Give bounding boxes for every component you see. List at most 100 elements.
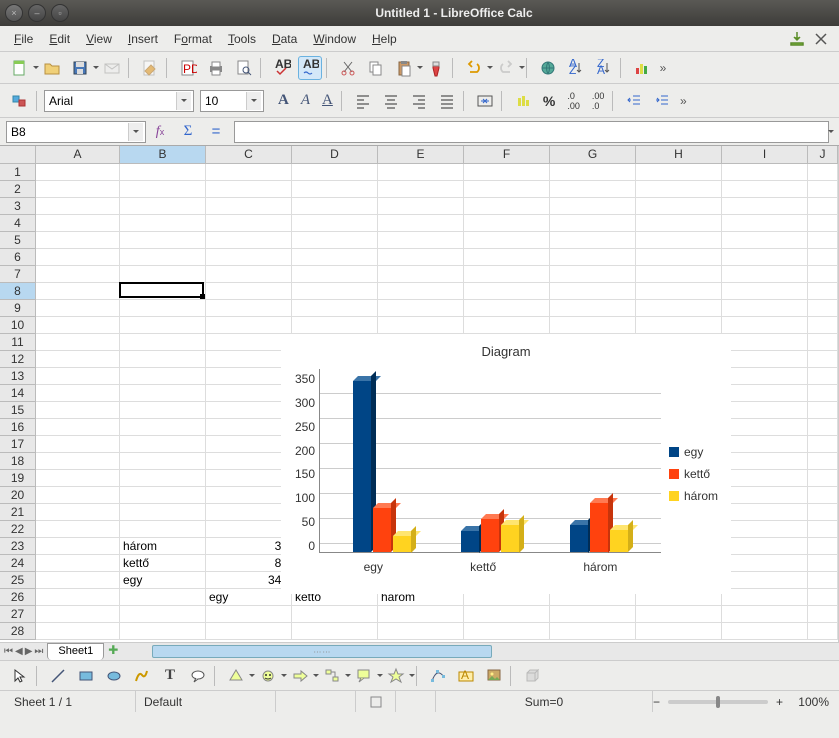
row-headers[interactable]: 1234567891011121314151617181920212223242… xyxy=(0,164,36,640)
fmt-overflow[interactable] xyxy=(676,87,690,115)
text-box-icon[interactable]: T xyxy=(158,664,182,688)
cut-icon[interactable] xyxy=(336,56,360,80)
font-size-combo[interactable]: 10 xyxy=(200,90,264,112)
percent-icon[interactable]: % xyxy=(539,89,559,113)
extrusion-icon[interactable] xyxy=(520,664,544,688)
hyperlink-icon[interactable] xyxy=(536,56,560,80)
menu-window[interactable]: Window xyxy=(305,29,364,49)
window-close-button[interactable]: × xyxy=(5,4,23,22)
sort-asc-icon[interactable]: AZ xyxy=(564,56,588,80)
status-lang[interactable] xyxy=(276,691,356,712)
auto-spellcheck-icon[interactable]: ABC xyxy=(298,56,322,80)
decrease-indent-icon[interactable] xyxy=(622,89,646,113)
menu-insert[interactable]: Insert xyxy=(120,29,166,49)
align-center-icon[interactable] xyxy=(379,89,403,113)
spellcheck-icon[interactable]: ABC xyxy=(270,56,294,80)
currency-icon[interactable] xyxy=(511,89,535,113)
zoom-value[interactable]: 100% xyxy=(783,695,833,709)
freeform-icon[interactable] xyxy=(130,664,154,688)
zoom-slider[interactable]: −+ xyxy=(653,695,783,709)
status-style[interactable]: Default xyxy=(136,691,276,712)
function-equals-icon[interactable]: = xyxy=(204,120,228,144)
basic-shapes-icon[interactable] xyxy=(224,664,248,688)
save-icon[interactable] xyxy=(68,56,92,80)
function-wizard-icon[interactable]: fx xyxy=(148,120,172,144)
name-box[interactable]: B8 xyxy=(6,121,146,143)
add-sheet-icon[interactable]: ✚ xyxy=(104,643,122,660)
toolbar-overflow[interactable] xyxy=(656,54,670,82)
sum-icon[interactable]: Σ xyxy=(176,120,200,144)
menu-view[interactable]: View xyxy=(78,29,120,49)
export-pdf-icon[interactable]: PDF xyxy=(176,56,200,80)
print-icon[interactable] xyxy=(204,56,228,80)
redo-icon[interactable] xyxy=(494,56,518,80)
from-file-icon[interactable] xyxy=(482,664,506,688)
redo-dropdown[interactable] xyxy=(520,56,524,80)
flowchart-icon[interactable] xyxy=(320,664,344,688)
merge-cells-icon[interactable] xyxy=(473,89,497,113)
ellipse-icon[interactable] xyxy=(102,664,126,688)
email-icon[interactable] xyxy=(100,56,124,80)
paste-icon[interactable] xyxy=(392,56,416,80)
copy-icon[interactable] xyxy=(364,56,388,80)
callouts-icon[interactable] xyxy=(352,664,376,688)
new-doc-dropdown[interactable] xyxy=(34,56,38,80)
status-selection[interactable] xyxy=(396,691,436,712)
sort-desc-icon[interactable]: ZA xyxy=(592,56,616,80)
styles-icon[interactable] xyxy=(8,89,32,113)
status-sum[interactable]: Sum=0 xyxy=(436,691,653,712)
menu-format[interactable]: Format xyxy=(166,29,220,49)
fontwork-icon[interactable]: A xyxy=(454,664,478,688)
stars-icon[interactable] xyxy=(384,664,408,688)
download-update-icon[interactable] xyxy=(789,31,805,47)
print-preview-icon[interactable] xyxy=(232,56,256,80)
status-sheet[interactable]: Sheet 1 / 1 xyxy=(6,691,136,712)
increase-indent-icon[interactable] xyxy=(650,89,674,113)
tab-nav[interactable]: ⏮◀▶⏭ xyxy=(0,643,47,660)
chart-x-axis: egykettőhárom xyxy=(320,560,661,574)
symbol-shapes-icon[interactable] xyxy=(256,664,280,688)
menubar: File Edit View Insert Format Tools Data … xyxy=(0,26,839,52)
window-minimize-button[interactable]: – xyxy=(28,4,46,22)
menu-tools[interactable]: Tools xyxy=(220,29,264,49)
chart-icon[interactable] xyxy=(630,56,654,80)
align-justify-icon[interactable] xyxy=(435,89,459,113)
new-doc-icon[interactable] xyxy=(8,56,32,80)
block-arrow-icon[interactable] xyxy=(288,664,312,688)
edit-mode-icon[interactable] xyxy=(138,56,162,80)
remove-decimal-icon[interactable]: .00.0 xyxy=(588,89,609,113)
paste-dropdown[interactable] xyxy=(418,56,422,80)
menu-data[interactable]: Data xyxy=(264,29,305,49)
bold-icon[interactable]: A xyxy=(274,89,293,113)
horizontal-scrollbar[interactable]: ⋯⋯ xyxy=(132,643,839,660)
points-icon[interactable] xyxy=(426,664,450,688)
format-paintbrush-icon[interactable] xyxy=(424,56,448,80)
underline-icon[interactable]: A xyxy=(318,89,337,113)
window-maximize-button[interactable]: ▫ xyxy=(51,4,69,22)
sheet-tab[interactable]: Sheet1 xyxy=(47,643,104,660)
formula-expand[interactable] xyxy=(829,120,833,144)
select-arrow-icon[interactable] xyxy=(8,664,32,688)
column-headers[interactable]: ABCDEFGHIJ xyxy=(36,146,838,164)
font-name-combo[interactable]: Arial xyxy=(44,90,194,112)
status-insert[interactable] xyxy=(356,691,396,712)
menu-edit[interactable]: Edit xyxy=(41,29,78,49)
undo-icon[interactable] xyxy=(462,56,486,80)
italic-icon[interactable]: A xyxy=(297,89,314,113)
menu-file[interactable]: File xyxy=(6,29,41,49)
open-icon[interactable] xyxy=(40,56,64,80)
formula-input[interactable] xyxy=(234,121,829,143)
align-right-icon[interactable] xyxy=(407,89,431,113)
embedded-chart[interactable]: Diagram 350300250200150100500 egykettőhá… xyxy=(281,334,731,594)
line-icon[interactable] xyxy=(46,664,70,688)
align-left-icon[interactable] xyxy=(351,89,375,113)
rectangle-icon[interactable] xyxy=(74,664,98,688)
callout-square-icon[interactable] xyxy=(186,664,210,688)
select-all-corner[interactable] xyxy=(0,146,36,164)
menu-help[interactable]: Help xyxy=(364,29,405,49)
undo-dropdown[interactable] xyxy=(488,56,492,80)
save-dropdown[interactable] xyxy=(94,56,98,80)
cell-grid[interactable]: három335544kettő886699egy3424355egykettő… xyxy=(36,164,838,640)
close-doc-icon[interactable] xyxy=(813,31,829,47)
add-decimal-icon[interactable]: .0.00 xyxy=(563,89,584,113)
